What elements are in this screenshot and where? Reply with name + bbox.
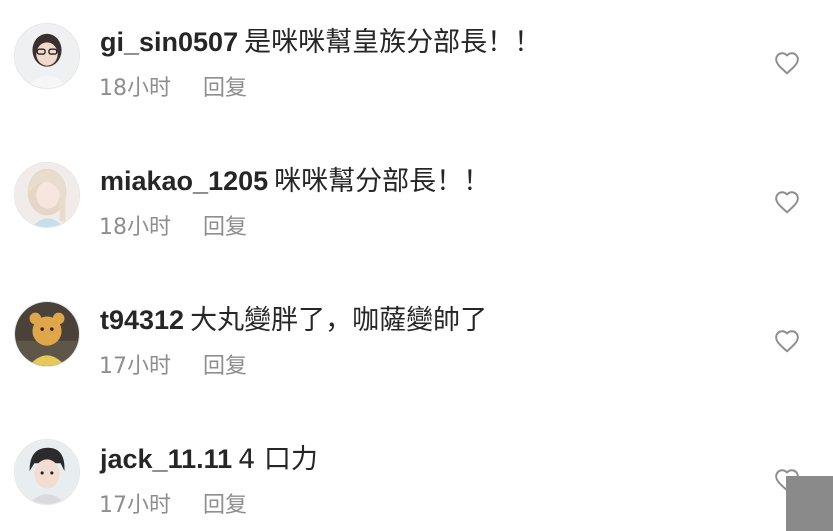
like-button[interactable] bbox=[774, 329, 800, 353]
comment-meta: 18小时 回复 bbox=[99, 74, 247, 103]
comment-item: jack_11.11 4 口力 17小时 回复 bbox=[0, 417, 833, 531]
comment-item: miakao_1205 咪咪幫分部長！！ 18小时 回复 bbox=[0, 139, 833, 278]
username[interactable]: gi_sin0507 bbox=[100, 27, 238, 57]
comment-line: t94312 大丸變胖了，咖薩變帥了 bbox=[100, 304, 487, 337]
timestamp: 17小时 bbox=[99, 493, 171, 518]
reply-button[interactable]: 回复 bbox=[203, 493, 247, 518]
avatar[interactable] bbox=[14, 301, 80, 367]
avatar[interactable] bbox=[14, 162, 80, 228]
comment-text: 大丸變胖了，咖薩變帥了 bbox=[190, 305, 488, 336]
like-button[interactable] bbox=[774, 51, 800, 75]
comment-text: 咪咪幫分部長！！ bbox=[274, 166, 491, 197]
reply-button[interactable]: 回复 bbox=[203, 354, 247, 379]
comment-text: 是咪咪幫皇族分部長！！ bbox=[244, 27, 542, 58]
comment-line: jack_11.11 4 口力 bbox=[100, 443, 318, 476]
heart-outline-icon bbox=[775, 191, 799, 214]
comment-line: gi_sin0507 是咪咪幫皇族分部長！！ bbox=[100, 26, 541, 59]
username[interactable]: miakao_1205 bbox=[100, 166, 268, 196]
reply-button[interactable]: 回复 bbox=[203, 76, 247, 101]
timestamp: 18小时 bbox=[99, 76, 171, 101]
comment-item: gi_sin0507 是咪咪幫皇族分部長！！ 18小时 回复 bbox=[0, 0, 833, 139]
username[interactable]: t94312 bbox=[100, 305, 184, 335]
comment-line: miakao_1205 咪咪幫分部長！！ bbox=[100, 165, 490, 198]
like-button[interactable] bbox=[774, 190, 800, 214]
comment-item: t94312 大丸變胖了，咖薩變帥了 17小时 回复 bbox=[0, 278, 833, 417]
redacted-text-overlay bbox=[322, 443, 452, 473]
timestamp: 17小时 bbox=[99, 354, 171, 379]
username[interactable]: jack_11.11 bbox=[100, 444, 232, 474]
corner-overlay bbox=[786, 476, 833, 531]
timestamp: 18小时 bbox=[99, 215, 171, 240]
avatar[interactable] bbox=[14, 439, 80, 505]
comment-meta: 18小时 回复 bbox=[99, 213, 247, 242]
comment-meta: 17小时 回复 bbox=[99, 352, 247, 381]
heart-outline-icon bbox=[775, 52, 799, 75]
heart-outline-icon bbox=[775, 330, 799, 353]
reply-button[interactable]: 回复 bbox=[203, 215, 247, 240]
avatar[interactable] bbox=[14, 23, 80, 89]
comment-text: 4 口力 bbox=[238, 444, 318, 475]
comment-meta: 17小时 回复 bbox=[99, 491, 247, 520]
